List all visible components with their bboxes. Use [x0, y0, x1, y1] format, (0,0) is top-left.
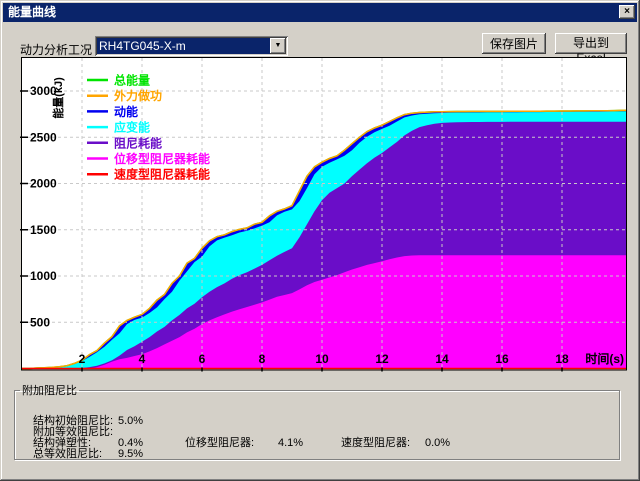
total-damping-value: 9.5%	[118, 449, 143, 460]
legend-label-应变能: 应变能	[114, 120, 150, 135]
case-selected-value: RH4TG045-X-m	[97, 38, 270, 54]
y-tick-label: 1500	[30, 223, 57, 237]
y-tick-label: 2500	[30, 130, 57, 144]
energy-chart: 5001000150020002500300024681012141618时间(…	[20, 56, 630, 372]
window-title: 能量曲线	[8, 5, 56, 19]
legend-label-阻尼耗能: 阻尼耗能	[114, 135, 162, 150]
x-tick-label: 2	[79, 352, 86, 366]
energy-curve-window: 能量曲线 × 动力分析工况 RH4TG045-X-m ▼ 保存图片 导出到Exc…	[0, 0, 640, 481]
total-damping-label: 总等效阻尼比:	[33, 449, 102, 460]
velocity-damper-label: 速度型阻尼器:	[341, 438, 410, 449]
y-tick-label: 1000	[30, 269, 57, 283]
x-tick-label: 10	[315, 352, 329, 366]
x-tick-label: 12	[375, 352, 389, 366]
close-button[interactable]: ×	[619, 5, 635, 19]
damping-panel: 附加阻尼比 结构初始阻尼比: 5.0% 附加等效阻尼比: 结构弹塑性: 0.4%…	[14, 382, 620, 460]
titlebar: 能量曲线 ×	[3, 3, 637, 22]
x-tick-label: 6	[199, 352, 206, 366]
damping-panel-title: 附加阻尼比	[20, 382, 79, 398]
x-tick-label: 4	[139, 352, 146, 366]
legend-label-位移型阻尼器耗能: 位移型阻尼器耗能	[114, 151, 210, 166]
y-tick-label: 2000	[30, 177, 57, 191]
displacement-damper-value: 4.1%	[278, 438, 303, 449]
x-tick-label: 18	[555, 352, 569, 366]
legend-label-动能: 动能	[114, 104, 138, 119]
velocity-damper-value: 0.0%	[425, 438, 450, 449]
legend-label-外力做功: 外力做功	[114, 88, 162, 103]
y-tick-label: 500	[30, 315, 50, 329]
x-tick-label: 16	[495, 352, 509, 366]
x-tick-label: 14	[435, 352, 449, 366]
y-axis-label: 能量(kJ)	[51, 77, 65, 119]
chevron-down-icon[interactable]: ▼	[270, 38, 286, 54]
energy-chart-svg: 5001000150020002500300024681012141618时间(…	[20, 56, 630, 372]
case-select[interactable]: RH4TG045-X-m ▼	[95, 36, 288, 56]
displacement-damper-label: 位移型阻尼器:	[185, 438, 254, 449]
close-icon: ×	[624, 6, 630, 17]
x-tick-label: 8	[259, 352, 266, 366]
initial-damping-value: 5.0%	[118, 416, 143, 427]
legend-label-总能量: 总能量	[114, 73, 150, 88]
legend-label-速度型阻尼器耗能: 速度型阻尼器耗能	[114, 167, 210, 182]
x-axis-label: 时间(s)	[585, 351, 624, 366]
export-excel-button[interactable]: 导出到Excel	[555, 33, 627, 54]
save-image-button[interactable]: 保存图片	[482, 33, 546, 54]
